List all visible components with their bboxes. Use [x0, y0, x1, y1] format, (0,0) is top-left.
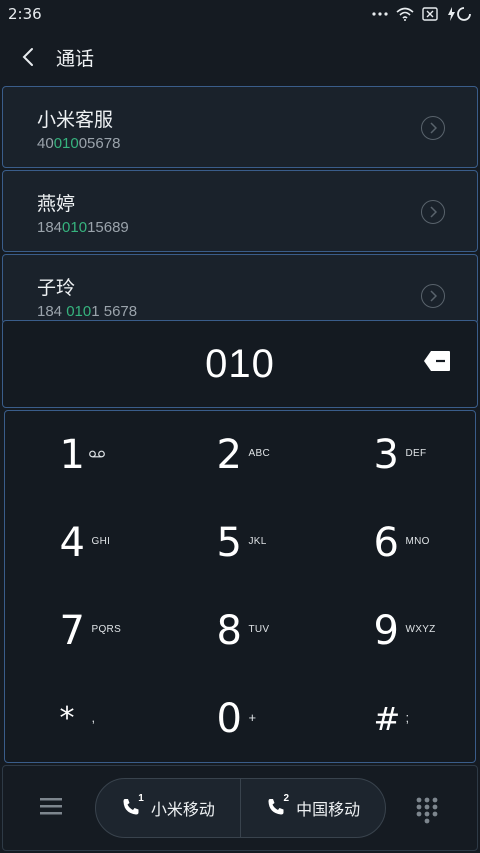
- backspace-button[interactable]: [423, 350, 451, 372]
- sim-call-group: 1 小米移动 2 中国移动: [95, 778, 386, 838]
- dial-keypad: 1 2 ABC 3 DEF 4 GHI 5 JKL 6 MNO 7 PQRS 8 TUV 9W…: [4, 410, 476, 763]
- dialpad-icon: [416, 797, 438, 824]
- key-5[interactable]: 5 JKL: [162, 499, 319, 587]
- contact-name: 燕婷: [37, 193, 76, 215]
- sim1-label: 小米移动: [150, 800, 215, 819]
- status-time: 2:36: [8, 5, 42, 23]
- more-dots-icon: [372, 12, 388, 16]
- number-match-highlight: 010: [62, 219, 88, 236]
- status-icons: [372, 6, 472, 22]
- menu-button[interactable]: [39, 796, 69, 820]
- key-2[interactable]: 2 ABC: [162, 411, 319, 499]
- contact-detail-button[interactable]: [421, 284, 445, 308]
- charging-battery-icon: [448, 6, 472, 21]
- key-6[interactable]: 6 MNO: [319, 499, 476, 587]
- key-1[interactable]: 1: [5, 411, 162, 499]
- page-title: 通话: [56, 47, 95, 70]
- key-9[interactable]: 9 WXYZ: [319, 587, 476, 675]
- key-3[interactable]: 3 DEF: [319, 411, 476, 499]
- call-sim2-button[interactable]: 2 中国移动: [241, 779, 385, 837]
- chevron-right-icon: [430, 206, 437, 218]
- contact-name: 子玲: [37, 277, 76, 299]
- key-7[interactable]: 7 PQRS: [5, 587, 162, 675]
- dialed-number-display: 010: [2, 320, 478, 408]
- contact-number: 18401015689: [37, 219, 129, 236]
- contact-number: 184 0101 5678: [37, 303, 138, 320]
- key-0[interactable]: 0 +: [162, 675, 319, 763]
- bottom-action-bar: 1 小米移动 2 中国移动: [2, 765, 478, 851]
- dialpad-toggle-button[interactable]: [415, 796, 439, 824]
- no-sim-icon: [422, 7, 438, 21]
- contact-name: 小米客服: [37, 109, 114, 131]
- phone-sim1-icon: 1: [121, 793, 144, 819]
- backspace-icon: [424, 351, 450, 371]
- phone-sim2-icon: 2: [266, 793, 289, 819]
- chevron-right-icon: [430, 122, 437, 134]
- voicemail-icon: [88, 450, 105, 458]
- sim2-label: 中国移动: [296, 800, 361, 819]
- contact-number: 4001005678: [37, 135, 121, 152]
- call-sim1-button[interactable]: 1 小米移动: [96, 779, 240, 837]
- key-4[interactable]: 4 GHI: [5, 499, 162, 587]
- contact-detail-button[interactable]: [421, 116, 445, 140]
- chevron-right-icon: [430, 290, 437, 302]
- contact-item[interactable]: 小米客服 4001005678: [2, 86, 478, 168]
- status-bar: 2:36: [0, 0, 480, 28]
- top-bar: 通话: [0, 28, 480, 86]
- contact-detail-button[interactable]: [421, 200, 445, 224]
- dialed-number: 010: [205, 341, 275, 386]
- back-arrow-icon: [22, 48, 33, 66]
- number-match-highlight: 010: [53, 135, 79, 152]
- wifi-icon: [396, 7, 414, 21]
- hamburger-menu-icon: [40, 798, 62, 815]
- contact-item[interactable]: 燕婷 18401015689: [2, 170, 478, 252]
- contact-item[interactable]: 子玲 184 0101 5678: [2, 254, 478, 324]
- key-hash[interactable]: #;: [319, 675, 476, 763]
- back-button[interactable]: [0, 28, 56, 86]
- number-match-highlight: 010: [66, 303, 92, 320]
- key-star[interactable]: *,: [5, 675, 162, 763]
- key-8[interactable]: 8 TUV: [162, 587, 319, 675]
